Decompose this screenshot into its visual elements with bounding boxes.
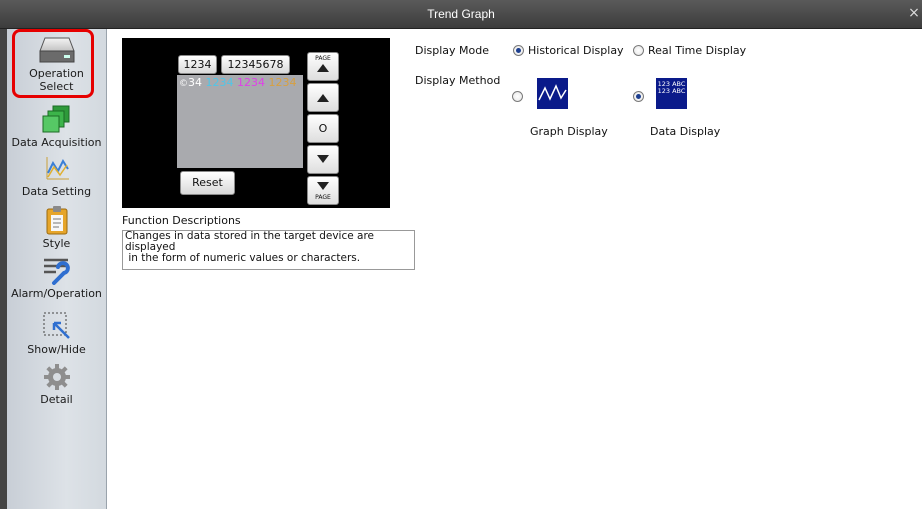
preview-data-row: ©34 1234 1234 1234 — [179, 76, 297, 91]
page-down-label: PAGE — [315, 194, 331, 201]
function-descriptions-label: Function Descriptions — [122, 214, 241, 227]
radio-historical-display[interactable] — [513, 45, 524, 56]
sidebar-item-style[interactable]: Style — [7, 205, 106, 250]
title-bar: Trend Graph × — [0, 0, 922, 29]
real-time-display-label[interactable]: Real Time Display — [648, 44, 746, 57]
radio-graph-display[interactable] — [512, 91, 523, 102]
graph-display-thumbnail[interactable] — [537, 78, 568, 109]
sidebar-item-label: Show/Hide — [27, 343, 86, 356]
sidebar-item-show-hide[interactable]: Show/Hide — [7, 311, 106, 356]
sidebar: Operation Select Data Acquisition Data S… — [7, 29, 107, 509]
display-method-label: Display Method — [415, 74, 501, 87]
sidebar-item-label: Style — [42, 237, 71, 250]
center-label: O — [318, 122, 328, 135]
preview-field-2: 12345678 — [221, 55, 290, 74]
window-title: Trend Graph — [427, 7, 495, 21]
down-arrow-icon — [317, 155, 329, 163]
preview-reset-button: Reset — [180, 171, 235, 195]
sidebar-item-detail[interactable]: Detail — [7, 363, 106, 406]
up-arrow-icon — [317, 64, 329, 72]
graph-line-icon — [46, 157, 69, 180]
sidebar-item-label: Alarm/Operation — [11, 287, 102, 300]
function-descriptions-line: Changes in data stored in the target dev… — [125, 230, 375, 253]
radio-real-time-display[interactable] — [633, 45, 644, 56]
disk-drive-icon — [39, 37, 74, 63]
sidebar-item-label: Operation — [29, 67, 84, 80]
sidebar-item-label: Select — [39, 80, 74, 93]
function-descriptions-box: Changes in data stored in the target dev… — [122, 230, 415, 270]
stacked-squares-icon — [42, 105, 69, 133]
data-display-thumbnail[interactable]: 123 ABC 123 ABC — [656, 78, 687, 109]
data-display-label[interactable]: Data Display — [650, 125, 720, 138]
sidebar-item-label: Detail — [40, 393, 73, 406]
scroll-down-button — [307, 145, 339, 174]
sidebar-item-data-setting[interactable]: Data Setting — [7, 153, 106, 198]
close-icon[interactable]: × — [906, 4, 922, 22]
sidebar-item-alarm-operation[interactable]: Alarm/Operation — [7, 255, 106, 300]
sidebar-item-operation-select[interactable]: Operation Select — [7, 35, 106, 93]
radio-data-display[interactable] — [633, 91, 644, 102]
down-arrow-icon — [317, 182, 329, 190]
sidebar-item-data-acquisition[interactable]: Data Acquisition — [7, 104, 106, 149]
clipboard-icon — [46, 206, 67, 235]
gear-icon — [43, 364, 70, 390]
scroll-up-button — [307, 83, 339, 112]
preview-field-1: 1234 — [178, 55, 217, 74]
page-down-button: PAGE — [307, 176, 339, 205]
wrench-lines-icon — [43, 258, 70, 285]
display-mode-label: Display Mode — [415, 44, 490, 57]
preview-data-4: 1234 — [268, 76, 297, 89]
sidebar-item-label: Data Setting — [21, 185, 92, 198]
historical-display-label[interactable]: Historical Display — [528, 44, 624, 57]
sidebar-item-label: Data Acquisition — [11, 136, 102, 149]
preview-data-prefix: © — [179, 79, 188, 89]
preview-data-1: 34 — [188, 76, 202, 89]
preview-data-2: 1234 — [205, 76, 234, 89]
center-button: O — [307, 114, 339, 143]
graph-display-label[interactable]: Graph Display — [530, 125, 608, 138]
thumb-text: 123 ABC — [657, 87, 686, 95]
page-up-label: PAGE — [315, 55, 331, 62]
function-descriptions-line: in the form of numeric values or charact… — [125, 252, 361, 264]
up-arrow-icon — [317, 94, 329, 102]
cursor-box-icon — [43, 312, 70, 339]
page-up-button: PAGE — [307, 52, 339, 81]
window-frame-left — [0, 29, 7, 509]
preview-data-3: 1234 — [237, 76, 265, 89]
